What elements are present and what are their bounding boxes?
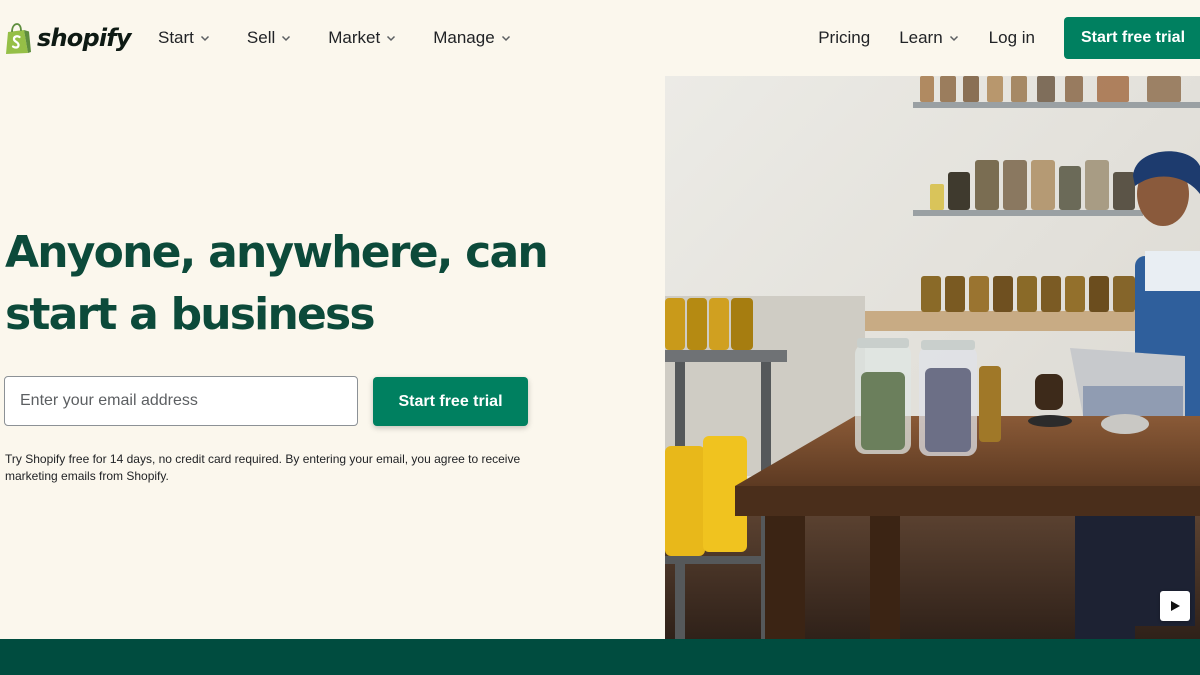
hero-title: Anyone, anywhere, can start a business bbox=[5, 222, 625, 346]
trial-disclaimer: Try Shopify free for 14 days, no credit … bbox=[5, 452, 521, 483]
nav-start[interactable]: Start bbox=[158, 26, 210, 50]
nav-manage[interactable]: Manage bbox=[433, 26, 510, 50]
header-start-trial-button[interactable]: Start free trial bbox=[1064, 17, 1200, 59]
hero-title-line-1: Anyone, anywhere, can bbox=[5, 227, 549, 278]
footer-band bbox=[0, 639, 1200, 675]
hero-photo bbox=[665, 76, 1200, 639]
hero-title-line-2: start a business bbox=[5, 289, 376, 340]
nav-sell-label: Sell bbox=[246, 28, 276, 47]
nav-market-label: Market bbox=[328, 28, 381, 47]
shop-scene-illustration bbox=[665, 76, 1200, 639]
nav-manage-label: Manage bbox=[433, 28, 495, 47]
nav-learn[interactable]: Learn bbox=[899, 28, 958, 48]
shopify-logo[interactable]: shopify bbox=[4, 22, 132, 56]
site-header: shopify Start Sell Market Manage Pricing… bbox=[0, 0, 1200, 76]
video-play-button[interactable] bbox=[1160, 591, 1190, 621]
play-icon bbox=[1171, 601, 1180, 611]
secondary-nav: Pricing Learn Log in Start free trial bbox=[818, 17, 1200, 59]
nav-start-label: Start bbox=[158, 28, 194, 47]
chevron-down-icon bbox=[200, 35, 209, 42]
hero-start-trial-button[interactable]: Start free trial bbox=[373, 377, 528, 426]
shopping-bag-icon bbox=[6, 23, 31, 54]
nav-sell[interactable]: Sell bbox=[247, 26, 291, 50]
nav-learn-label: Learn bbox=[899, 28, 943, 47]
logo-wordmark: shopify bbox=[37, 24, 132, 52]
primary-nav: Start Sell Market Manage bbox=[158, 26, 548, 50]
nav-market[interactable]: Market bbox=[328, 26, 396, 50]
chevron-down-icon bbox=[949, 35, 958, 42]
chevron-down-icon bbox=[387, 35, 396, 42]
nav-login[interactable]: Log in bbox=[989, 28, 1035, 48]
chevron-down-icon bbox=[282, 35, 291, 42]
chevron-down-icon bbox=[501, 35, 510, 42]
nav-pricing[interactable]: Pricing bbox=[818, 28, 870, 48]
email-input[interactable] bbox=[4, 376, 358, 426]
